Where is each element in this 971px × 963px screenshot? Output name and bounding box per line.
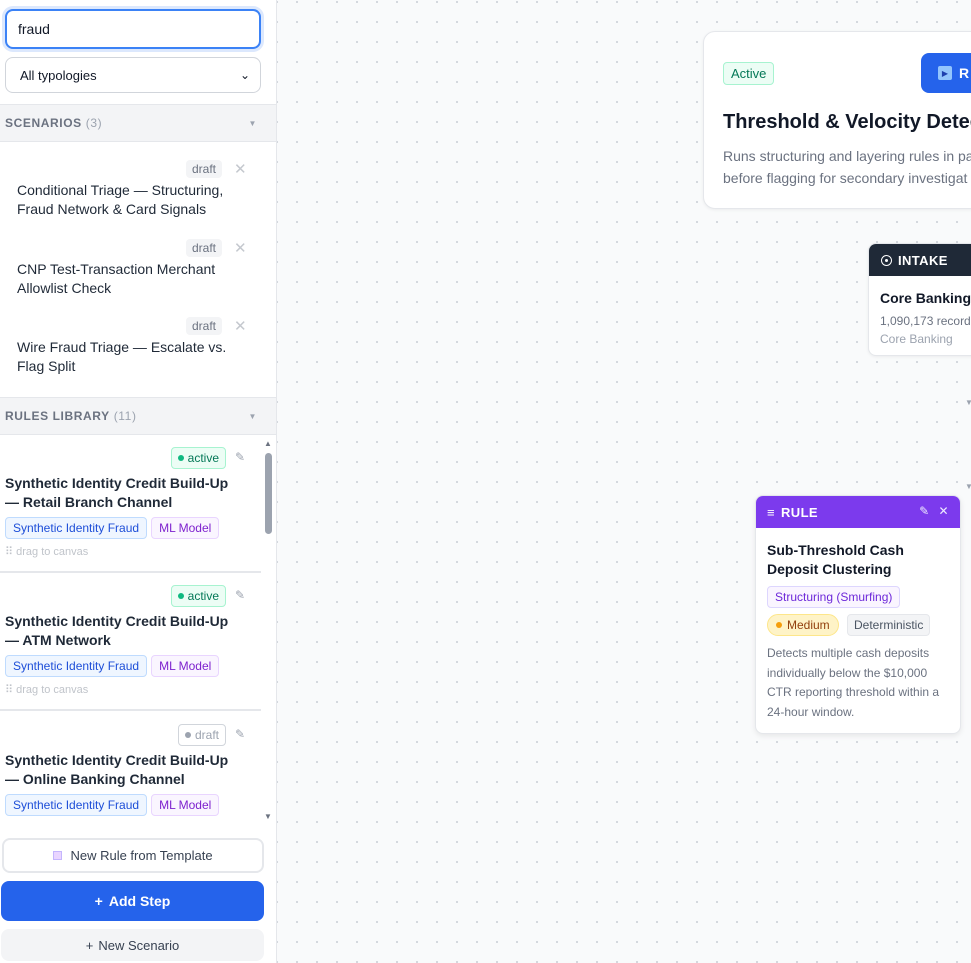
rules-library-section-header[interactable]: RULES LIBRARY (11) ▼ bbox=[0, 397, 276, 435]
scenario-title: CNP Test-Transaction Merchant Allowlist … bbox=[17, 261, 216, 296]
scenario-title: Wire Fraud Triage — Escalate vs. Flag Sp… bbox=[17, 339, 227, 374]
intake-source: Core Banking bbox=[880, 332, 953, 346]
rule-node-name: Sub-Threshold Cash Deposit Clustering bbox=[767, 542, 904, 577]
status-badge: draft bbox=[186, 317, 223, 335]
status-badge: active bbox=[170, 585, 226, 607]
method-tag: Deterministic bbox=[847, 614, 931, 636]
method-tag: ML Model bbox=[151, 794, 220, 816]
typology-tag: Synthetic Identity Fraud bbox=[5, 517, 148, 539]
scenario-header-card: Active ▶ R Threshold & Velocity Detec Ru… bbox=[703, 31, 971, 209]
plus-icon: + bbox=[85, 937, 94, 953]
rule-library-card[interactable]: active ✎ Synthetic Identity Credit Build… bbox=[0, 435, 261, 573]
target-icon bbox=[881, 254, 892, 266]
method-tag: ML Model bbox=[151, 517, 220, 539]
close-icon[interactable]: ✕ bbox=[234, 317, 247, 335]
rules-library-scrollbar[interactable]: ▲ ▼ bbox=[263, 435, 273, 821]
template-icon bbox=[53, 851, 63, 860]
status-badge: Active bbox=[723, 62, 775, 85]
new-rule-from-template-button[interactable]: New Rule from Template bbox=[2, 838, 264, 873]
rule-node[interactable]: ≡ RULE ✎ ✕ Sub-Threshold Cash Deposit Cl… bbox=[755, 495, 961, 734]
method-tag: ML Model bbox=[151, 655, 220, 677]
scenario-description: Runs structuring and layering rules in p… bbox=[723, 148, 971, 186]
close-icon[interactable]: ✕ bbox=[234, 239, 247, 257]
typology-tag: Synthetic Identity Fraud bbox=[5, 794, 148, 816]
typology-select[interactable]: All typologies ⌄ bbox=[5, 57, 261, 93]
chevron-down-icon: ⌄ bbox=[239, 68, 250, 82]
intake-record-count: 1,090,173 records bbox=[880, 314, 971, 328]
rules-library-list: active ✎ Synthetic Identity Credit Build… bbox=[0, 435, 276, 821]
play-icon: ▶ bbox=[938, 66, 952, 80]
edit-pencil-icon[interactable]: ✎ bbox=[235, 727, 245, 741]
status-badge: draft bbox=[186, 239, 223, 257]
drag-handle-icon[interactable]: ⠿ bbox=[5, 684, 13, 696]
status-badge: draft bbox=[186, 160, 223, 178]
rules-library-label: RULES LIBRARY bbox=[5, 409, 110, 423]
typology-select-value: All typologies bbox=[20, 67, 97, 83]
sidebar: All typologies ⌄ SCENARIOS (3) ▼ draft ✕… bbox=[0, 0, 277, 963]
close-icon[interactable]: ✕ bbox=[939, 504, 949, 518]
severity-badge: Medium bbox=[767, 614, 839, 636]
intake-node-name: Core Banking bbox=[880, 290, 971, 306]
scenarios-section-header[interactable]: SCENARIOS (3) ▼ bbox=[0, 104, 276, 142]
new-scenario-button[interactable]: + New Scenario bbox=[1, 929, 264, 961]
connector-arrow-icon: ▼ bbox=[965, 482, 971, 491]
drag-hint: ⠿ drag to canvas bbox=[5, 546, 89, 558]
rule-node-header: ≡ RULE ✎ ✕ bbox=[756, 496, 960, 528]
scrollbar-thumb[interactable] bbox=[265, 453, 272, 534]
scroll-down-arrow-icon[interactable]: ▼ bbox=[264, 812, 272, 821]
plus-icon: + bbox=[94, 893, 103, 909]
edit-pencil-icon[interactable]: ✎ bbox=[235, 588, 245, 602]
status-badge: active bbox=[170, 447, 226, 469]
connector-arrow-icon: ▼ bbox=[965, 398, 971, 407]
drag-hint: ⠿ drag to canvas bbox=[5, 684, 89, 696]
drag-handle-icon[interactable]: ⠿ bbox=[5, 546, 13, 558]
workflow-canvas[interactable]: Active ▶ R Threshold & Velocity Detec Ru… bbox=[277, 0, 971, 963]
scenario-title: Conditional Triage — Structuring, Fraud … bbox=[17, 182, 224, 217]
collapse-caret-icon: ▼ bbox=[248, 411, 257, 421]
rule-library-card[interactable]: active ✎ Synthetic Identity Credit Build… bbox=[0, 573, 261, 711]
intake-node[interactable]: INTAKE Core Banking 1,090,173 records Co… bbox=[868, 243, 971, 356]
close-icon[interactable]: ✕ bbox=[234, 160, 247, 178]
rules-library-count: (11) bbox=[113, 409, 137, 423]
rule-library-card[interactable]: draft ✎ Synthetic Identity Credit Build-… bbox=[0, 712, 261, 821]
rule-title: Synthetic Identity Credit Build-Up — Onl… bbox=[5, 752, 229, 787]
scenario-title: Threshold & Velocity Detec bbox=[723, 111, 971, 133]
typology-tag: Synthetic Identity Fraud bbox=[5, 655, 148, 677]
scenarios-label: SCENARIOS bbox=[5, 116, 82, 130]
edit-pencil-icon[interactable]: ✎ bbox=[919, 504, 929, 518]
rule-title: Synthetic Identity Credit Build-Up — Ret… bbox=[5, 475, 229, 510]
status-badge: draft bbox=[177, 724, 226, 746]
run-button[interactable]: ▶ R bbox=[921, 53, 971, 93]
collapse-caret-icon: ▼ bbox=[248, 118, 257, 128]
rule-title: Synthetic Identity Credit Build-Up — ATM… bbox=[5, 613, 229, 648]
rule-node-description: Detects multiple cash deposits individua… bbox=[767, 646, 940, 719]
typology-tag: Structuring (Smurfing) bbox=[767, 586, 901, 608]
add-step-button[interactable]: + Add Step bbox=[1, 881, 264, 921]
rule-list-icon: ≡ bbox=[767, 504, 775, 520]
edit-pencil-icon[interactable]: ✎ bbox=[235, 450, 245, 464]
scroll-up-arrow-icon[interactable]: ▲ bbox=[264, 439, 272, 448]
search-input[interactable] bbox=[5, 9, 261, 49]
intake-node-header: INTAKE bbox=[869, 244, 971, 276]
scenarios-count: (3) bbox=[85, 116, 103, 130]
